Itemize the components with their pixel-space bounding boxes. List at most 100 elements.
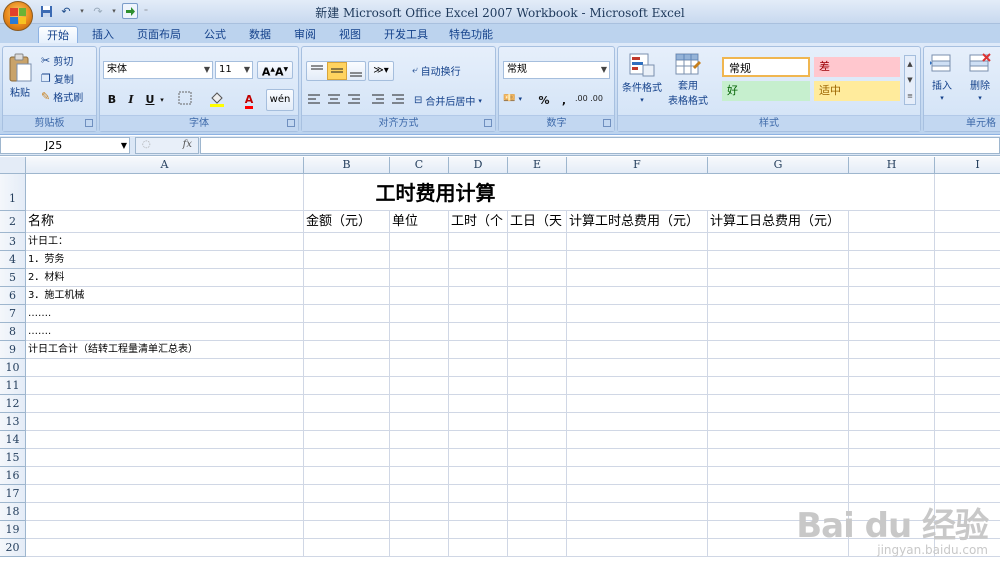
tab-view[interactable]: 视图 <box>332 26 368 44</box>
tab-home[interactable]: 开始 <box>38 26 78 44</box>
tab-insert[interactable]: 插入 <box>85 26 121 44</box>
cell-b4[interactable] <box>304 251 390 269</box>
cell-a1[interactable] <box>26 174 304 211</box>
cell-i6[interactable] <box>935 287 1000 305</box>
cell-i9[interactable] <box>935 341 1000 359</box>
cell-i1[interactable] <box>935 174 1000 211</box>
cell-c16[interactable] <box>390 467 449 485</box>
cell-e19[interactable] <box>508 521 567 539</box>
cell-f7[interactable] <box>567 305 708 323</box>
cell-a3[interactable]: 计日工： <box>26 233 304 251</box>
column-header-f[interactable]: F <box>567 157 708 174</box>
row-header-4[interactable]: 4 <box>0 251 26 269</box>
cell-i12[interactable] <box>935 395 1000 413</box>
cell-e9[interactable] <box>508 341 567 359</box>
cell-d14[interactable] <box>449 431 508 449</box>
cell-c7[interactable] <box>390 305 449 323</box>
row-header-9[interactable]: 9 <box>0 341 26 359</box>
cell-a15[interactable] <box>26 449 304 467</box>
cell-e11[interactable] <box>508 377 567 395</box>
cell-e6[interactable] <box>508 287 567 305</box>
cell-h12[interactable] <box>849 395 935 413</box>
row-header-18[interactable]: 18 <box>0 503 26 521</box>
row-header-3[interactable]: 3 <box>0 233 26 251</box>
cell-b18[interactable] <box>304 503 390 521</box>
row-header-6[interactable]: 6 <box>0 287 26 305</box>
cell-b6[interactable] <box>304 287 390 305</box>
style-neutral[interactable]: 适中 <box>814 81 900 101</box>
cell-e15[interactable] <box>508 449 567 467</box>
cell-d16[interactable] <box>449 467 508 485</box>
cell-f19[interactable] <box>567 521 708 539</box>
cell-c2[interactable]: 单位 <box>390 211 449 233</box>
merge-center-button[interactable]: ⊟ 合并后居中 ▾ <box>414 93 482 108</box>
cell-i5[interactable] <box>935 269 1000 287</box>
cell-h4[interactable] <box>849 251 935 269</box>
cell-e20[interactable] <box>508 539 567 557</box>
cell-e12[interactable] <box>508 395 567 413</box>
cell-d8[interactable] <box>449 323 508 341</box>
office-button[interactable] <box>3 1 33 31</box>
cell-b19[interactable] <box>304 521 390 539</box>
cell-d19[interactable] <box>449 521 508 539</box>
cell-f12[interactable] <box>567 395 708 413</box>
alignment-launcher-icon[interactable] <box>484 119 492 127</box>
comma-button[interactable]: , <box>555 92 573 110</box>
row-header-15[interactable]: 15 <box>0 449 26 467</box>
cell-f9[interactable] <box>567 341 708 359</box>
cell-f17[interactable] <box>567 485 708 503</box>
cell-b10[interactable] <box>304 359 390 377</box>
cell-c17[interactable] <box>390 485 449 503</box>
tab-special[interactable]: 特色功能 <box>443 26 499 44</box>
cell-b12[interactable] <box>304 395 390 413</box>
orientation-button[interactable]: ≫▾ <box>368 61 394 81</box>
cell-d7[interactable] <box>449 305 508 323</box>
cell-h15[interactable] <box>849 449 935 467</box>
cell-h5[interactable] <box>849 269 935 287</box>
cell-b17[interactable] <box>304 485 390 503</box>
clipboard-launcher-icon[interactable] <box>85 119 93 127</box>
cell-a6[interactable]: 3．施工机械 <box>26 287 304 305</box>
cell-c13[interactable] <box>390 413 449 431</box>
cell-b9[interactable] <box>304 341 390 359</box>
cell-b20[interactable] <box>304 539 390 557</box>
row-header-17[interactable]: 17 <box>0 485 26 503</box>
paste-button[interactable]: 粘贴 <box>7 53 33 99</box>
cell-g11[interactable] <box>708 377 849 395</box>
cell-a11[interactable] <box>26 377 304 395</box>
underline-button[interactable]: U <box>141 91 159 109</box>
cell-g12[interactable] <box>708 395 849 413</box>
italic-button[interactable]: I <box>122 91 140 109</box>
row-header-5[interactable]: 5 <box>0 269 26 287</box>
cell-e5[interactable] <box>508 269 567 287</box>
cell-f10[interactable] <box>567 359 708 377</box>
select-all-button[interactable] <box>0 157 26 174</box>
column-header-e[interactable]: E <box>508 157 567 174</box>
row-header-2[interactable]: 2 <box>0 211 26 233</box>
cell-h14[interactable] <box>849 431 935 449</box>
cell-a2[interactable]: 名称 <box>26 211 304 233</box>
cell-e18[interactable] <box>508 503 567 521</box>
format-painter-button[interactable]: ✎ 格式刷 <box>41 89 83 104</box>
cell-i11[interactable] <box>935 377 1000 395</box>
cell-f15[interactable] <box>567 449 708 467</box>
tab-developer[interactable]: 开发工具 <box>378 26 434 44</box>
cell-b14[interactable] <box>304 431 390 449</box>
cell-f4[interactable] <box>567 251 708 269</box>
column-header-g[interactable]: G <box>708 157 849 174</box>
cell-g9[interactable] <box>708 341 849 359</box>
cell-c18[interactable] <box>390 503 449 521</box>
font-launcher-icon[interactable] <box>287 119 295 127</box>
style-good[interactable]: 好 <box>722 81 810 101</box>
column-header-a[interactable]: A <box>26 157 304 174</box>
tab-formulas[interactable]: 公式 <box>197 26 233 44</box>
font-size-select[interactable]: 11 ▼ <box>215 61 253 79</box>
cell-d17[interactable] <box>449 485 508 503</box>
cell-f18[interactable] <box>567 503 708 521</box>
cell-e16[interactable] <box>508 467 567 485</box>
cell-f11[interactable] <box>567 377 708 395</box>
row-header-1[interactable]: 1 <box>0 174 26 211</box>
cell-i15[interactable] <box>935 449 1000 467</box>
cell-e3[interactable] <box>508 233 567 251</box>
cell-i7[interactable] <box>935 305 1000 323</box>
